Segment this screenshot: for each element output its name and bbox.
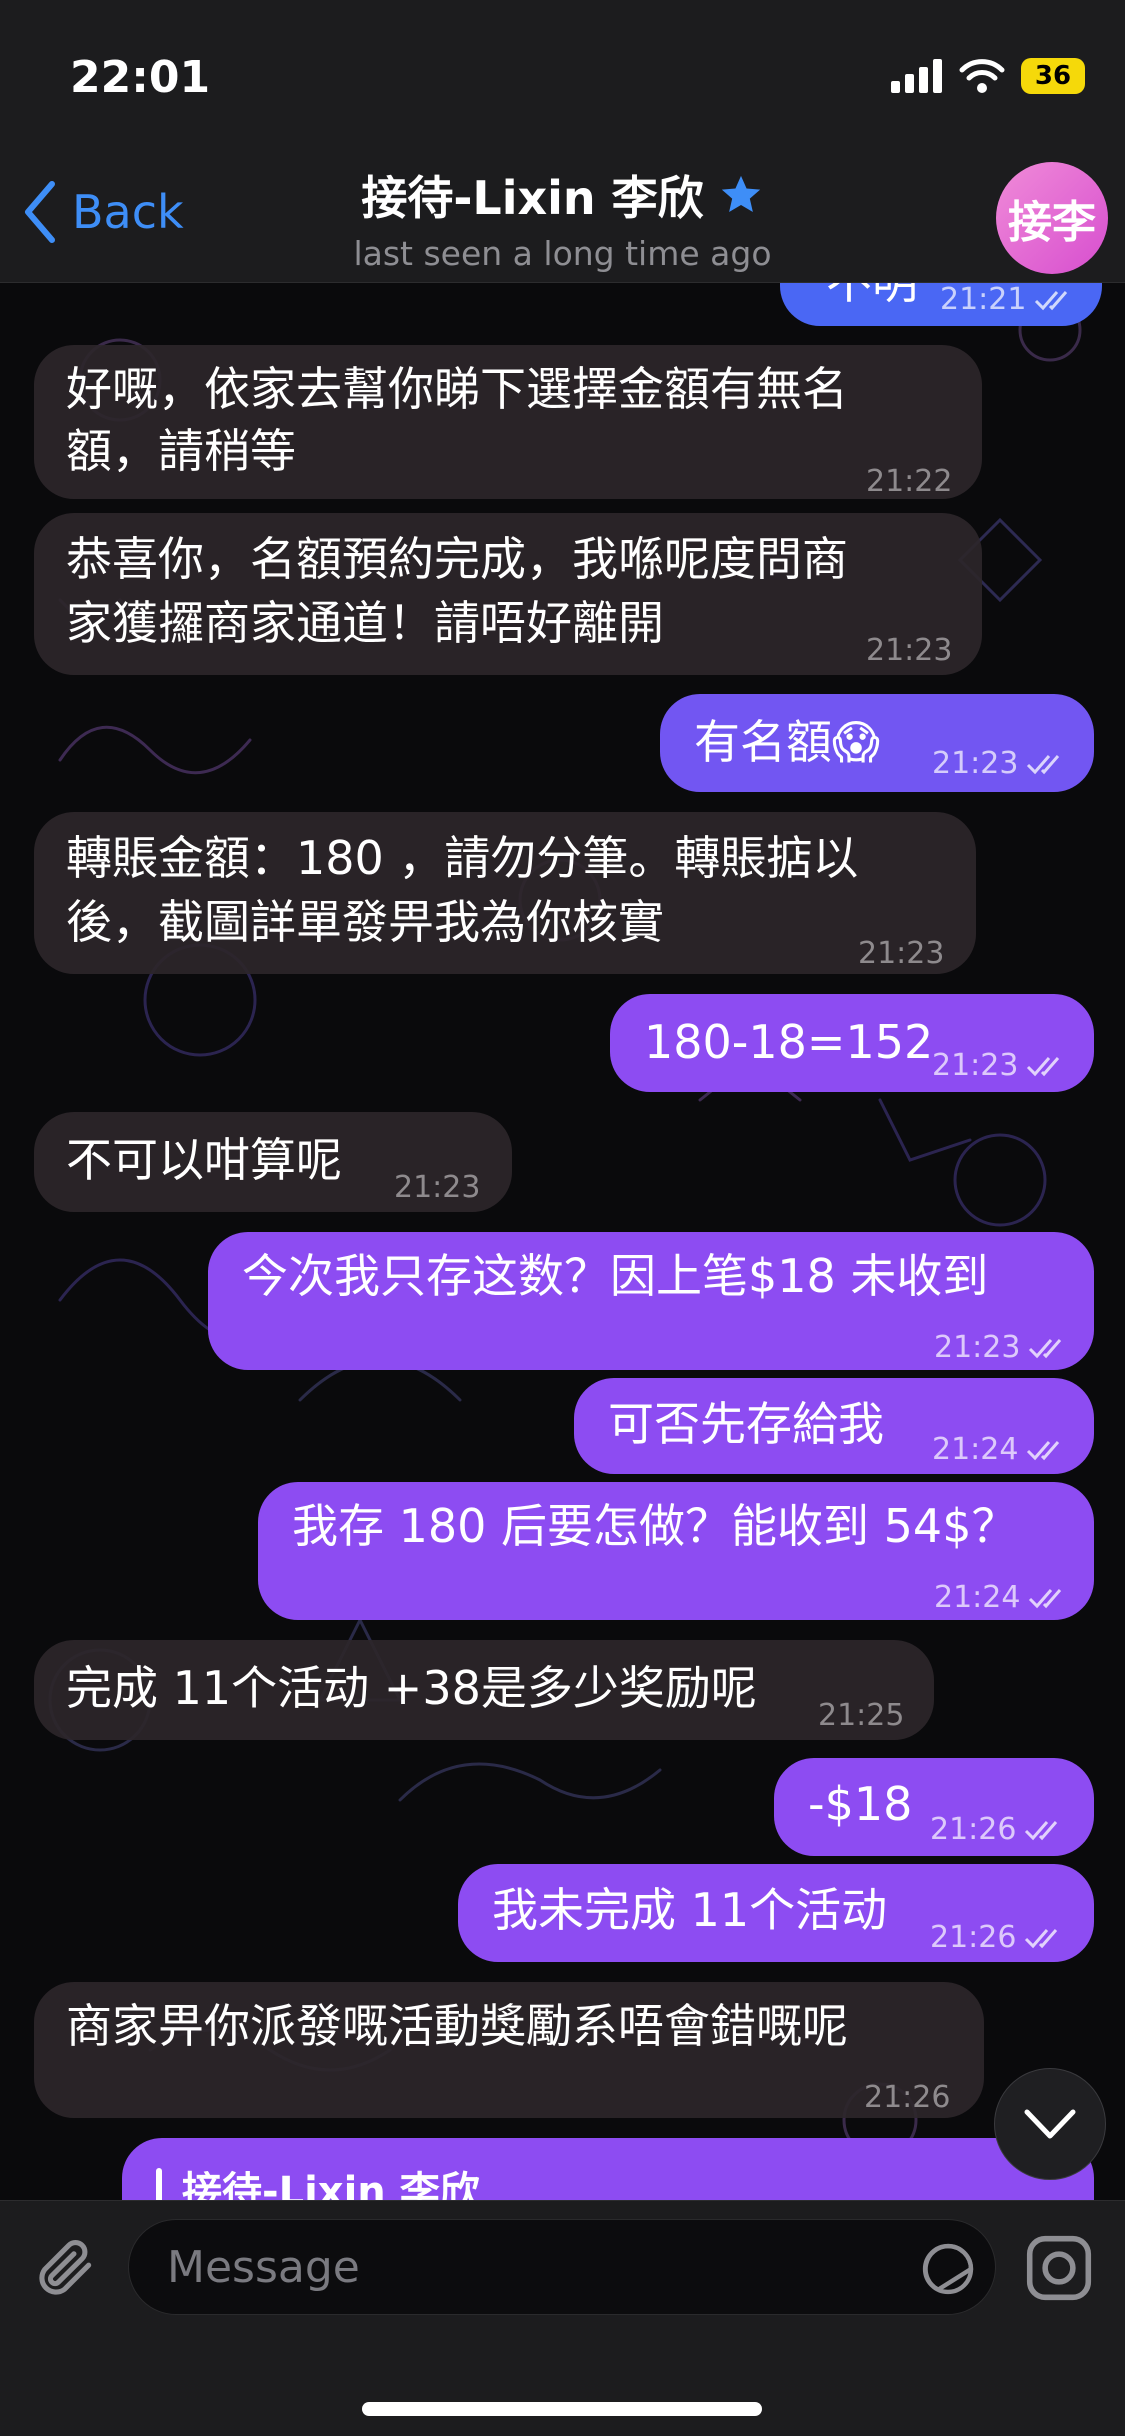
camera-icon[interactable]	[1022, 2231, 1096, 2305]
message-text: 我未完成 11个活动	[492, 1883, 888, 1937]
message-incoming[interactable]: 完成 11个活动 +38是多少奖励呢 21:25	[34, 1640, 934, 1740]
message-text-line: 好嘅，依家去幫你睇下選擇金額有無名	[66, 362, 848, 416]
message-meta: 21:23	[934, 1316, 1072, 1380]
attach-icon[interactable]	[32, 2231, 100, 2305]
message-time: 21:26	[930, 1812, 1017, 1847]
message-text-line: 後，截圖詳單發畀我為你核實	[66, 895, 664, 949]
scroll-to-bottom-button[interactable]	[994, 2068, 1106, 2180]
message-time: 21:23	[932, 746, 1019, 781]
battery-indicator: 36	[1021, 58, 1085, 94]
message-text: 商家畀你派發嘅活動獎勵系唔會錯嘅呢	[66, 1999, 848, 2053]
message-text: 有名額😱	[694, 715, 880, 769]
signal-icon	[891, 59, 942, 93]
message-text-line: 家獲攞商家通道！請唔好離開	[66, 596, 664, 650]
message-text: 我存 180 后要怎做？能收到 54$？	[292, 1499, 1018, 1553]
message-text: 可否先存給我	[608, 1397, 884, 1451]
message-time: 21:25	[818, 1698, 905, 1733]
message-incoming[interactable]: 轉賬金額：180 ，請勿分筆。轉賬掂以 後，截圖詳單發畀我為你核實 21:23	[34, 812, 976, 974]
message-composer: Message	[0, 2200, 1125, 2436]
message-meta: 21:23	[932, 732, 1070, 796]
chat-title-area[interactable]: 接待-Lixin 李欣 last seen a long time ago	[0, 162, 1125, 273]
message-meta: 21:23	[932, 1034, 1070, 1098]
message-text: 完成 11个活动 +38是多少奖励呢	[66, 1661, 757, 1715]
read-checks-icon	[1025, 1821, 1058, 1841]
read-checks-icon	[1029, 1339, 1062, 1359]
read-checks-icon	[1025, 1929, 1058, 1949]
chat-title: 接待-Lixin 李欣	[361, 162, 763, 228]
message-outgoing[interactable]: 180-18=152 21:23	[610, 994, 1094, 1092]
message-time: 21:23	[858, 936, 945, 971]
message-outgoing[interactable]: 我未完成 11个活动 21:26	[458, 1864, 1094, 1962]
message-meta: 21:24	[934, 1566, 1072, 1630]
message-incoming[interactable]: 恭喜你，名額預約完成，我喺呢度問商 家獲攞商家通道！請唔好離開 21:23	[34, 513, 982, 675]
message-time: 21:23	[934, 1330, 1021, 1365]
read-checks-icon	[1035, 291, 1068, 311]
message-incoming[interactable]: 好嘅，依家去幫你睇下選擇金額有無名 額，請稍等 21:22	[34, 345, 982, 499]
message-outgoing[interactable]: 有名額😱 21:23	[660, 694, 1094, 792]
wifi-icon	[959, 59, 1005, 93]
message-outgoing[interactable]: -$18 21:26	[774, 1758, 1094, 1856]
message-time: 21:23	[932, 1048, 1019, 1083]
message-input[interactable]: Message	[128, 2219, 996, 2315]
message-time: 21:23	[394, 1170, 481, 1205]
chat-header: Back 接待-Lixin 李欣 last seen a long time a…	[0, 150, 1125, 283]
message-incoming[interactable]: 商家畀你派發嘅活動獎勵系唔會錯嘅呢 21:26	[34, 1982, 984, 2118]
read-checks-icon	[1029, 1589, 1062, 1609]
chat-screen: 22:01 36 Back 接待-Lixin 李欣 last seen a lo…	[0, 0, 1125, 2436]
message-text-line: 恭喜你，名額預約完成，我喺呢度問商	[66, 532, 848, 586]
message-text: 今次我只存这数？因上笔$18 未收到	[242, 1249, 989, 1303]
read-checks-icon	[1027, 1441, 1060, 1461]
status-bar: 22:01 36	[0, 0, 1125, 150]
message-meta: 21:24	[932, 1418, 1070, 1482]
message-time: 21:22	[866, 464, 953, 499]
status-indicators: 36	[891, 58, 1085, 94]
sticker-icon[interactable]	[919, 2240, 977, 2298]
home-indicator	[362, 2402, 762, 2416]
last-seen-status: last seen a long time ago	[353, 234, 772, 273]
message-meta: 21:26	[930, 1798, 1068, 1862]
message-text: 180-18=152	[644, 1015, 934, 1069]
verified-star-icon	[721, 175, 760, 213]
chat-title-text: 接待-Lixin 李欣	[361, 171, 704, 225]
message-incoming[interactable]: 不可以咁算呢 21:23	[34, 1112, 512, 1212]
message-text-line: 額，請稍等	[66, 424, 296, 478]
message-outgoing[interactable]: 我存 180 后要怎做？能收到 54$？ 21:24	[258, 1482, 1094, 1620]
read-checks-icon	[1027, 755, 1060, 775]
avatar[interactable]: 接李	[996, 162, 1108, 274]
message-text: 不可以咁算呢	[66, 1133, 342, 1187]
message-meta: 21:26	[930, 1906, 1068, 1970]
message-time: 21:26	[864, 2080, 951, 2115]
message-time: 21:26	[930, 1920, 1017, 1955]
message-text-line: 轉賬金額：180 ，請勿分筆。轉賬掂以	[66, 831, 859, 885]
message-time: 21:23	[866, 633, 953, 668]
message-outgoing[interactable]: 今次我只存这数？因上笔$18 未收到 21:23	[208, 1232, 1094, 1370]
message-text: -$18	[808, 1777, 913, 1831]
message-time: 21:24	[932, 1432, 1019, 1467]
message-outgoing[interactable]: 可否先存給我 21:24	[574, 1378, 1094, 1474]
read-checks-icon	[1027, 1057, 1060, 1077]
status-time: 22:01	[70, 52, 211, 103]
message-time: 21:24	[934, 1580, 1021, 1615]
chevron-down-icon	[1024, 2109, 1076, 2139]
message-placeholder: Message	[167, 2242, 360, 2293]
